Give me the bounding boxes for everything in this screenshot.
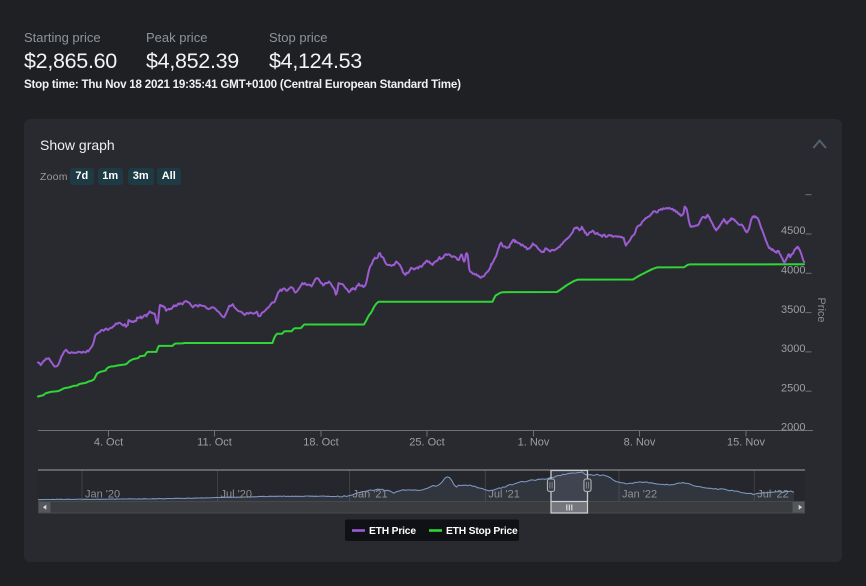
svg-text:11. Oct: 11. Oct [197, 437, 232, 449]
svg-text:Jan '20: Jan '20 [85, 489, 120, 501]
svg-text:Jul '20: Jul '20 [221, 489, 252, 501]
svg-text:Price: Price [815, 297, 827, 322]
svg-text:15. Nov: 15. Nov [727, 437, 765, 449]
svg-text:ETH Price: ETH Price [369, 526, 416, 537]
svg-text:Jul '21: Jul '21 [488, 489, 519, 501]
svg-text:4000: 4000 [781, 265, 805, 277]
svg-text:Jan '22: Jan '22 [622, 489, 657, 501]
svg-text:25. Oct: 25. Oct [409, 437, 444, 449]
svg-text:Jan '21: Jan '21 [353, 489, 388, 501]
svg-text:ETH Stop Price: ETH Stop Price [446, 526, 518, 537]
svg-text:3000: 3000 [781, 343, 805, 355]
svg-text:4. Oct: 4. Oct [94, 437, 123, 449]
svg-text:3500: 3500 [781, 304, 805, 316]
svg-text:1. Nov: 1. Nov [518, 437, 550, 449]
svg-text:8. Nov: 8. Nov [624, 437, 656, 449]
svg-text:4500: 4500 [781, 225, 805, 237]
svg-text:Jul '22: Jul '22 [757, 489, 788, 501]
svg-text:2000: 2000 [781, 422, 805, 434]
svg-text:2500: 2500 [781, 382, 805, 394]
svg-text:18. Oct: 18. Oct [303, 437, 338, 449]
